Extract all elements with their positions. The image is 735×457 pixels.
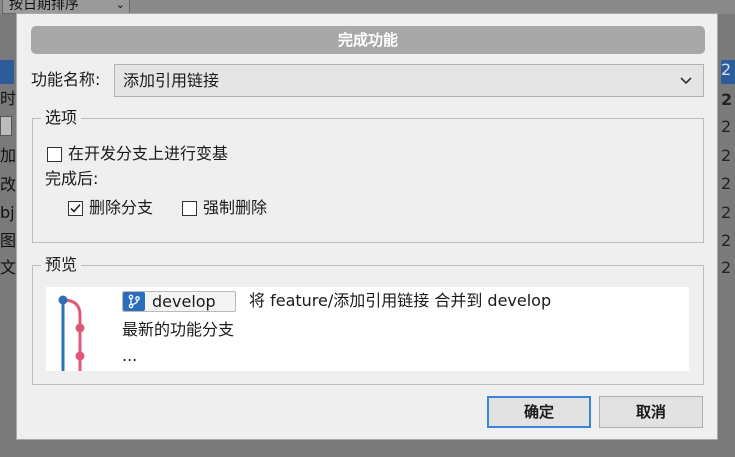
rebase-option[interactable]: 在开发分支上进行变基: [47, 143, 228, 165]
chevron-down-icon: ⌄: [115, 0, 125, 11]
background-row-fragment: 时: [0, 89, 16, 108]
feature-branch-line: [62, 298, 82, 371]
develop-branch-badge: develop: [122, 291, 236, 312]
background-row-fragment: 图片: [0, 231, 16, 250]
delete-branch-option[interactable]: 删除分支: [68, 197, 153, 219]
background-date-fragment: 2: [721, 203, 732, 222]
commit-message: 最新的功能分支: [122, 320, 235, 339]
force-delete-option[interactable]: 强制删除: [182, 197, 267, 219]
feature-name-value: 添加引用链接: [123, 71, 220, 90]
preview-legend: 预览: [41, 254, 82, 276]
cancel-button[interactable]: 取消: [599, 396, 703, 428]
commit-graph: [58, 295, 85, 371]
preview-pane: develop 将 feature/添加引用链接 合并到 develop 最新的…: [46, 287, 689, 371]
feature-commit-dot: [75, 323, 85, 333]
sort-dropdown[interactable]: 按日期排序 ⌄: [2, 0, 130, 14]
background-row-fragment: [0, 113, 16, 137]
options-legend: 选项: [41, 107, 82, 129]
background-date-fragment: 2: [721, 90, 733, 109]
delete-branch-checkbox[interactable]: [68, 200, 83, 216]
background-date-fragment: 2: [721, 146, 732, 165]
after-finish-label: 完成后:: [45, 169, 99, 188]
feature-name-label: 功能名称:: [31, 70, 101, 89]
rebase-checkbox[interactable]: [47, 146, 62, 162]
ok-button[interactable]: 确定: [487, 396, 591, 428]
git-branch-icon: [123, 292, 145, 311]
develop-commit-dot: [58, 295, 68, 305]
background-row-fragment: 加: [0, 146, 16, 165]
feature-commit-dot: [75, 351, 85, 361]
background-selected-row: [0, 60, 14, 84]
preview-group: 预览 develop 将 feature/添加引用链接 合并到 develop …: [32, 254, 704, 385]
delete-branch-label: 删除分支: [89, 198, 154, 217]
finish-feature-dialog: 完成功能 功能名称: 添加引用链接 选项 在开发分支上进行变基 完成后: 删除分…: [16, 13, 718, 440]
background-date-fragment: 2: [721, 174, 732, 193]
background-date-fragment: 2: [721, 231, 732, 250]
background-date-fragment: 2: [721, 258, 732, 277]
force-delete-label: 强制删除: [203, 198, 268, 217]
options-group: 选项 在开发分支上进行变基 完成后: 删除分支 强制删除: [32, 107, 704, 243]
background-row-fragment: bj: [0, 203, 15, 222]
sort-dropdown-label: 按日期排序: [9, 0, 79, 13]
background-selected-row-date: 2: [721, 60, 735, 84]
force-delete-checkbox[interactable]: [182, 200, 197, 216]
dialog-title: 完成功能: [31, 26, 705, 54]
checkmark-icon: [70, 203, 81, 213]
background-row-fragment: 文: [0, 258, 16, 277]
merge-description: 将 feature/添加引用链接 合并到 develop: [249, 291, 552, 310]
preview-ellipsis: ...: [122, 346, 138, 365]
background-date-fragment: 2: [721, 117, 732, 136]
target-branch-name: develop: [152, 292, 216, 311]
feature-name-select[interactable]: 添加引用链接: [114, 64, 704, 97]
background-row-fragment: 改: [0, 175, 16, 194]
chevron-down-icon: [679, 65, 693, 96]
rebase-label: 在开发分支上进行变基: [68, 144, 229, 163]
